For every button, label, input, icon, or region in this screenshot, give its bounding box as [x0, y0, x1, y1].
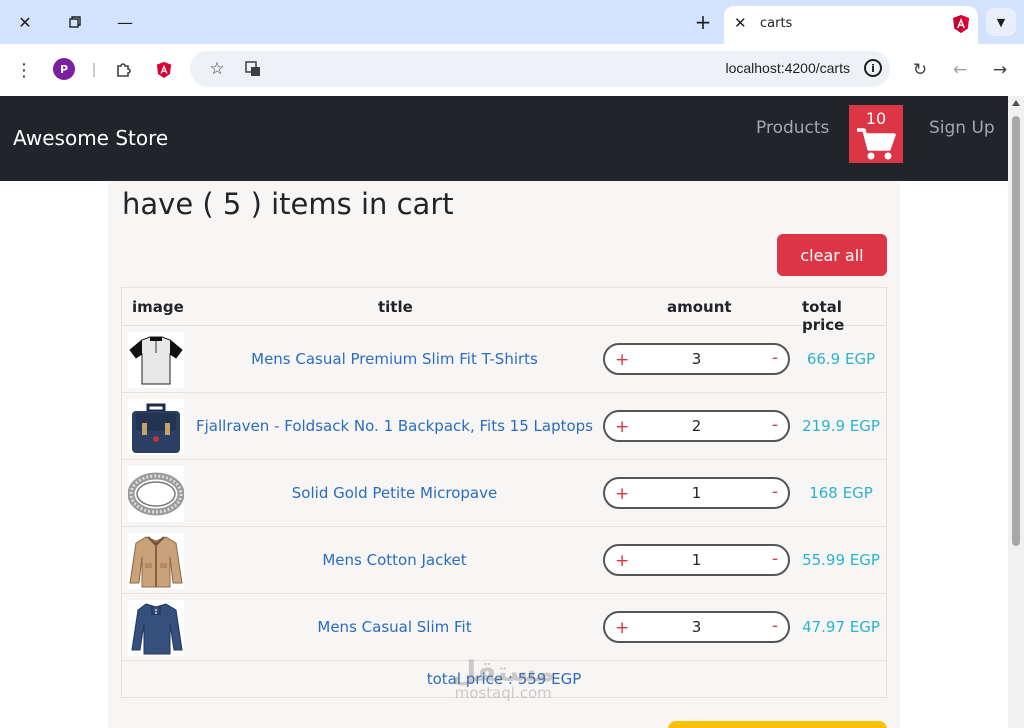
new-tab-icon[interactable]: + — [688, 8, 718, 36]
product-title-link[interactable]: Mens Casual Slim Fit — [192, 618, 597, 636]
nav-products-link[interactable]: Products — [756, 118, 829, 138]
item-total-price: 55.99 EGP — [802, 551, 880, 569]
close-window-icon[interactable]: ✕ — [10, 8, 40, 36]
angular-icon — [952, 14, 970, 38]
col-title: title — [378, 298, 413, 316]
clear-all-button[interactable]: clear all — [777, 234, 887, 276]
browser-tab-bar: ✕ — + ✕ carts ▼ — [0, 0, 1024, 44]
tab-carts[interactable]: ✕ carts — [724, 6, 978, 44]
table-row: Fjallraven - Foldsack No. 1 Backpack, Fi… — [122, 393, 886, 460]
quantity-value: 1 — [691, 551, 702, 569]
decrease-quantity-button[interactable]: - — [772, 549, 778, 569]
product-image-ring — [127, 466, 185, 522]
quantity-stepper: + 3 - — [603, 343, 790, 375]
col-amount: amount — [667, 298, 732, 316]
product-image-backpack — [128, 399, 184, 455]
quantity-stepper: + 3 - — [603, 611, 790, 643]
url-text: localhost:4200/carts — [725, 60, 850, 76]
quantity-stepper: + 1 - — [603, 544, 790, 576]
cart-button[interactable]: 10 — [849, 105, 903, 163]
decrease-quantity-button[interactable]: - — [772, 348, 778, 368]
table-row: Mens Casual Premium Slim Fit T-Shirts + … — [122, 326, 886, 393]
product-image-longsleeve — [128, 600, 184, 656]
col-image: image — [132, 298, 184, 316]
quantity-value: 2 — [691, 417, 702, 435]
page-scrollbar[interactable] — [1008, 96, 1024, 728]
tab-title: carts — [760, 16, 793, 31]
decrease-quantity-button[interactable]: - — [772, 616, 778, 636]
item-total-price: 168 EGP — [809, 484, 873, 502]
site-info-icon[interactable]: i — [864, 59, 882, 77]
restore-window-icon[interactable] — [60, 8, 90, 36]
table-row: Solid Gold Petite Micropave + 1 - 168 EG… — [122, 460, 886, 527]
reload-icon[interactable]: ↻ — [906, 56, 934, 84]
quantity-value: 3 — [691, 618, 702, 636]
browser-toolbar: ⋮ P ☆ localhost:4200/carts i ↻ ← → — [0, 44, 1024, 96]
quantity-stepper: + 1 - — [603, 477, 790, 509]
mostaql-watermark: مستقل mostaql.com — [452, 655, 554, 702]
decrease-quantity-button[interactable]: - — [772, 415, 778, 435]
item-total-price: 66.9 EGP — [806, 350, 876, 368]
quantity-stepper: + 2 - — [603, 410, 790, 442]
cart-heading: have ( 5 ) items in cart — [122, 187, 454, 221]
cart-icon — [856, 127, 896, 165]
tab-search-icon[interactable]: ▼ — [986, 8, 1016, 36]
back-icon[interactable]: ← — [946, 56, 974, 84]
table-header: image title amount total price — [122, 288, 886, 334]
cart-container: have ( 5 ) items in cart clear all image… — [108, 181, 900, 728]
brand-link[interactable]: Awesome Store — [13, 126, 168, 150]
scroll-thumb[interactable] — [1012, 116, 1020, 546]
decrease-quantity-button[interactable]: - — [772, 482, 778, 502]
minimize-window-icon[interactable]: — — [110, 8, 140, 36]
app-navbar: Awesome Store Products 10 Sign Up — [0, 96, 1008, 181]
profile-avatar[interactable]: P — [53, 58, 75, 80]
extensions-icon[interactable] — [110, 56, 138, 84]
menu-dots-icon[interactable]: ⋮ — [10, 56, 38, 84]
tab-close-icon[interactable]: ✕ — [734, 14, 747, 32]
quantity-value: 3 — [691, 350, 702, 368]
product-image-tshirt — [128, 332, 184, 388]
order-now-button[interactable] — [668, 721, 887, 728]
item-total-price: 47.97 EGP — [802, 618, 880, 636]
product-image-jacket — [128, 533, 184, 589]
angular-devtools-icon[interactable] — [150, 56, 178, 84]
table-row: Mens Cotton Jacket + 1 - 55.99 EGP — [122, 527, 886, 594]
product-title-link[interactable]: Mens Casual Premium Slim Fit T-Shirts — [192, 350, 597, 368]
scroll-up-arrow-icon[interactable] — [1012, 100, 1020, 106]
bookmark-star-icon[interactable]: ☆ — [203, 55, 231, 83]
table-row: Mens Casual Slim Fit + 3 - 47.97 EGP — [122, 594, 886, 661]
forward-icon[interactable]: → — [986, 56, 1014, 84]
cart-count-badge: 10 — [865, 109, 887, 128]
product-title-link[interactable]: Mens Cotton Jacket — [192, 551, 597, 569]
product-title-link[interactable]: Solid Gold Petite Micropave — [192, 484, 597, 502]
quantity-value: 1 — [691, 484, 702, 502]
nav-signup-link[interactable]: Sign Up — [929, 118, 995, 138]
address-bar[interactable]: ☆ localhost:4200/carts i — [190, 51, 890, 87]
toolbar-divider — [93, 63, 95, 77]
product-title-link[interactable]: Fjallraven - Foldsack No. 1 Backpack, Fi… — [192, 417, 597, 435]
translate-icon[interactable] — [239, 55, 267, 83]
watermark-latin: mostaql.com — [454, 684, 552, 702]
cart-table: image title amount total price Mens Casu… — [121, 287, 887, 698]
item-total-price: 219.9 EGP — [802, 417, 880, 435]
